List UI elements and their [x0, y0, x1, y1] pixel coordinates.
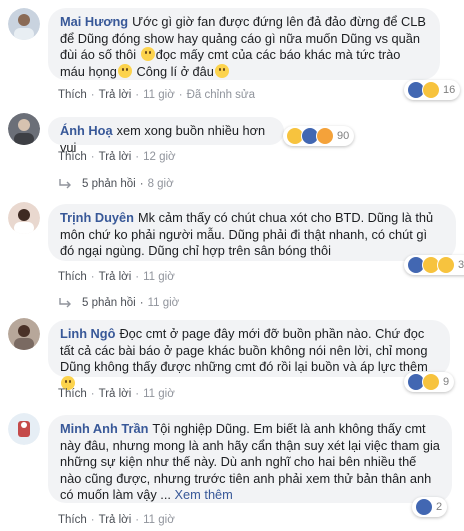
- reaction-summary[interactable]: 9: [404, 372, 455, 392]
- view-replies[interactable]: 5 phản hồi · 11 giờ: [58, 297, 179, 309]
- comment-bubble: Linh Ngô Đọc cmt ở page đây mới đỡ buồn p…: [48, 320, 450, 390]
- comment-text: Đọc cmt ở page đây mới đỡ buồn phần nào.…: [60, 326, 428, 374]
- see-more-link[interactable]: Xem thêm: [175, 487, 233, 502]
- confounded-face-icon: [140, 47, 155, 61]
- reaction-count: 2: [436, 501, 443, 513]
- sad-reaction-icon: [422, 81, 440, 99]
- reply-link[interactable]: Trả lời: [99, 89, 132, 101]
- comment-bubble: Mai Hương Ước gì giờ fan được đứng lên đả…: [48, 8, 440, 80]
- reply-arrow-icon: [59, 298, 71, 308]
- comment-time[interactable]: 11 giờ: [143, 89, 175, 101]
- comment-actions: Thích · Trả lời · 12 giờ: [58, 151, 176, 163]
- confounded-face-icon: [117, 63, 132, 78]
- avatar-image: [8, 413, 40, 445]
- comment-text-3: Công lí ở đâu: [136, 63, 214, 79]
- comment-actions: Thích · Trả lời · 11 giờ: [58, 271, 175, 283]
- view-replies[interactable]: 5 phản hồi · 8 giờ: [58, 178, 174, 190]
- confounded-face-icon: [214, 63, 229, 78]
- reply-link[interactable]: Trả lời: [99, 151, 132, 163]
- reply-link[interactable]: Trả lời: [99, 514, 132, 526]
- reaction-count: 16: [443, 84, 456, 96]
- like-link[interactable]: Thích: [58, 514, 87, 526]
- avatar-image: [8, 202, 40, 234]
- avatar[interactable]: [8, 202, 40, 234]
- reaction-count: 90: [337, 130, 350, 142]
- replies-time: 11 giờ: [147, 297, 180, 309]
- comment-bubble: Trịnh Duyên Mk cảm thấy có chút chua xót …: [48, 204, 456, 261]
- like-link[interactable]: Thích: [58, 151, 87, 163]
- avatar-image: [8, 318, 40, 350]
- avatar-image: [8, 113, 40, 145]
- comment-time[interactable]: 11 giờ: [143, 514, 175, 526]
- replies-count[interactable]: 5 phản hồi: [82, 178, 136, 190]
- like-link[interactable]: Thích: [58, 388, 87, 400]
- comment-time[interactable]: 12 giờ: [143, 151, 175, 163]
- sad-reaction-icon: [422, 373, 440, 391]
- reaction-count: 9: [443, 376, 450, 388]
- comment-time[interactable]: 11 giờ: [143, 271, 175, 283]
- comment-author[interactable]: Ánh Hoạ: [60, 123, 113, 138]
- reaction-summary[interactable]: 90: [283, 126, 355, 146]
- comment-bubble: Minh Anh Trần Tội nghiệp Dũng. Em biết là…: [48, 415, 452, 503]
- haha-reaction-icon: [316, 127, 334, 145]
- avatar-image: [8, 8, 40, 40]
- like-link[interactable]: Thích: [58, 271, 87, 283]
- comment-time[interactable]: 11 giờ: [143, 388, 175, 400]
- comment-actions: Thích · Trả lời · 11 giờ: [58, 388, 175, 400]
- comment-author[interactable]: Mai Hương: [60, 14, 128, 29]
- like-link[interactable]: Thích: [58, 89, 87, 101]
- avatar[interactable]: [8, 113, 40, 145]
- comment-actions: Thích · Trả lời · 11 giờ: [58, 514, 175, 526]
- reaction-count: 30: [458, 259, 464, 271]
- reaction-summary[interactable]: 2: [412, 497, 448, 517]
- reply-link[interactable]: Trả lời: [99, 271, 132, 283]
- replies-count[interactable]: 5 phản hồi: [82, 297, 136, 309]
- comment-actions: Thích · Trả lời · 11 giờ · Đã chỉnh sửa: [58, 89, 256, 101]
- reaction-summary[interactable]: 16: [404, 80, 461, 100]
- comment-author[interactable]: Trịnh Duyên: [60, 210, 134, 225]
- avatar[interactable]: [8, 318, 40, 350]
- avatar[interactable]: [8, 413, 40, 445]
- haha-reaction-icon: [437, 256, 455, 274]
- avatar[interactable]: [8, 8, 40, 40]
- comment-author[interactable]: Minh Anh Trần: [60, 421, 148, 436]
- reply-link[interactable]: Trả lời: [99, 388, 132, 400]
- comment-bubble: Ánh Hoạ xem xong buồn nhiều hơn vui: [48, 117, 284, 155]
- edited-label[interactable]: Đã chỉnh sửa: [187, 89, 255, 101]
- reaction-summary[interactable]: 30: [404, 255, 464, 275]
- like-reaction-icon: [415, 498, 433, 516]
- reply-arrow-icon: [59, 179, 71, 189]
- replies-time: 8 giờ: [147, 178, 174, 190]
- comment-author[interactable]: Linh Ngô: [60, 326, 115, 341]
